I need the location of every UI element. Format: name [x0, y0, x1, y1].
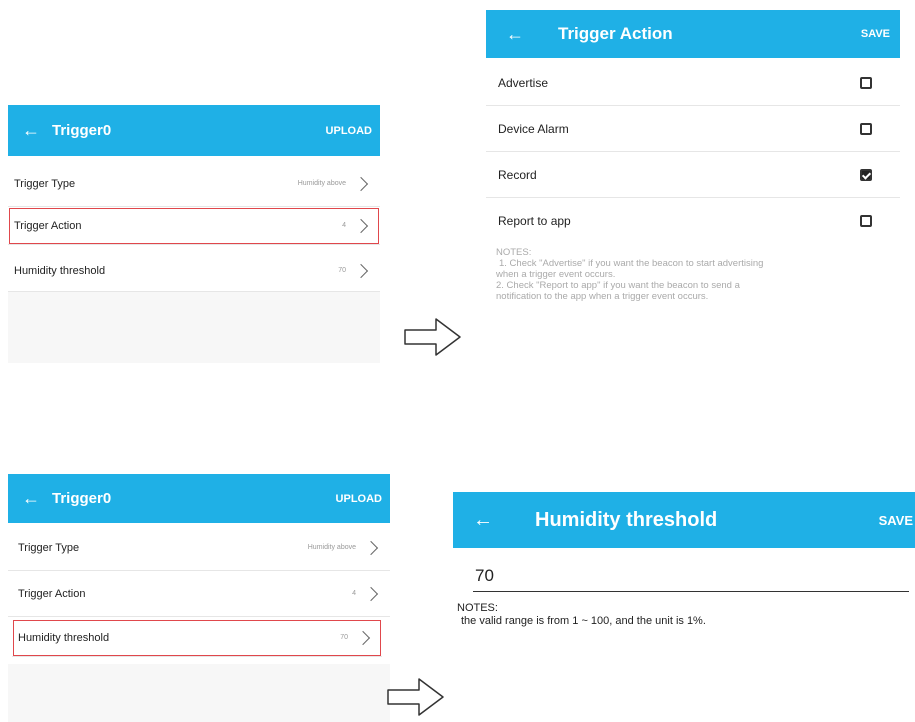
option-label: Record	[498, 167, 537, 182]
row-value: Humidity above	[297, 180, 346, 187]
row-label: Trigger Type	[18, 541, 80, 554]
upload-button[interactable]: UPLOAD	[326, 125, 372, 137]
note-2: 2. Check "Report to app" if you want the…	[496, 280, 740, 291]
advertise-checkbox[interactable]	[860, 76, 872, 89]
row-trigger-action[interactable]: Trigger Action 4	[8, 571, 390, 617]
chevron-right-icon	[363, 540, 379, 555]
back-arrow-icon[interactable]: ←	[22, 120, 52, 141]
trigger0-screen-top: ← Trigger0 UPLOAD Trigger Type Humidity …	[8, 105, 380, 363]
page-title: Trigger Action	[558, 24, 673, 43]
row-humidity-threshold[interactable]: Humidity threshold 70	[8, 250, 380, 292]
chevron-right-icon	[363, 586, 379, 601]
notes-title: NOTES:	[496, 247, 532, 258]
app-bar: ← Humidity threshold SAVE	[453, 492, 915, 548]
option-record[interactable]: Record	[486, 152, 900, 198]
save-button[interactable]: SAVE	[879, 513, 913, 528]
row-humidity-threshold[interactable]: Humidity threshold 70	[12, 619, 382, 657]
page-title: Trigger0	[52, 122, 112, 139]
option-device-alarm[interactable]: Device Alarm	[486, 106, 900, 152]
save-button[interactable]: SAVE	[861, 28, 890, 40]
note-1: 1. Check "Advertise" if you want the bea…	[499, 258, 764, 269]
trigger-action-screen: ← Trigger Action SAVE Advertise Device A…	[486, 10, 900, 362]
row-value: 70	[338, 267, 346, 274]
device-alarm-checkbox[interactable]	[860, 122, 872, 135]
chevron-right-icon	[353, 176, 369, 191]
upload-button[interactable]: UPLOAD	[336, 493, 382, 505]
flow-arrow-icon	[387, 678, 444, 716]
row-label: Trigger Type	[14, 177, 76, 190]
record-checkbox[interactable]	[860, 168, 872, 181]
row-trigger-action[interactable]: Trigger Action 4	[8, 207, 380, 245]
option-label: Advertise	[498, 75, 549, 90]
flow-arrow-icon	[404, 318, 461, 356]
notes-text: the valid range is from 1 ~ 100, and the…	[461, 615, 706, 627]
row-label: Humidity threshold	[14, 264, 106, 277]
row-value: Humidity above	[307, 544, 356, 551]
app-bar: ← Trigger Action SAVE	[486, 10, 900, 58]
row-label: Trigger Action	[14, 219, 82, 232]
chevron-right-icon	[355, 630, 371, 645]
trigger0-screen-bottom: ← Trigger0 UPLOAD Trigger Type Humidity …	[8, 474, 390, 722]
row-value: 4	[342, 222, 346, 229]
app-bar: ← Trigger0 UPLOAD	[8, 474, 390, 523]
note-1-cont: when a trigger event occurs.	[496, 269, 616, 280]
row-trigger-type[interactable]: Trigger Type Humidity above	[8, 161, 380, 207]
report-to-app-checkbox[interactable]	[860, 215, 872, 227]
option-label: Device Alarm	[498, 121, 569, 136]
notes-block: NOTES: 1. Check "Advertise" if you want …	[496, 247, 896, 302]
app-bar: ← Trigger0 UPLOAD	[8, 105, 380, 156]
threshold-input-value: 70	[475, 566, 494, 585]
back-arrow-icon[interactable]: ←	[506, 24, 558, 45]
note-2-cont: notification to the app when a trigger e…	[496, 291, 709, 302]
option-report-to-app[interactable]: Report to app	[486, 198, 900, 244]
page-title: Trigger0	[52, 490, 112, 507]
page-title: Humidity threshold	[535, 508, 718, 531]
row-trigger-type[interactable]: Trigger Type Humidity above	[8, 525, 390, 571]
row-value: 4	[352, 590, 356, 597]
chevron-right-icon	[353, 263, 369, 278]
row-label: Trigger Action	[18, 587, 86, 600]
option-advertise[interactable]: Advertise	[486, 60, 900, 106]
row-value: 70	[340, 634, 348, 641]
threshold-input[interactable]: 70	[473, 562, 909, 592]
notes-title: NOTES:	[457, 602, 498, 614]
chevron-right-icon	[353, 218, 369, 233]
row-label: Humidity threshold	[18, 631, 110, 644]
back-arrow-icon[interactable]: ←	[473, 509, 535, 532]
humidity-threshold-screen: ← Humidity threshold SAVE 70 NOTES: the …	[453, 492, 915, 722]
back-arrow-icon[interactable]: ←	[22, 488, 52, 509]
option-label: Report to app	[498, 214, 571, 228]
